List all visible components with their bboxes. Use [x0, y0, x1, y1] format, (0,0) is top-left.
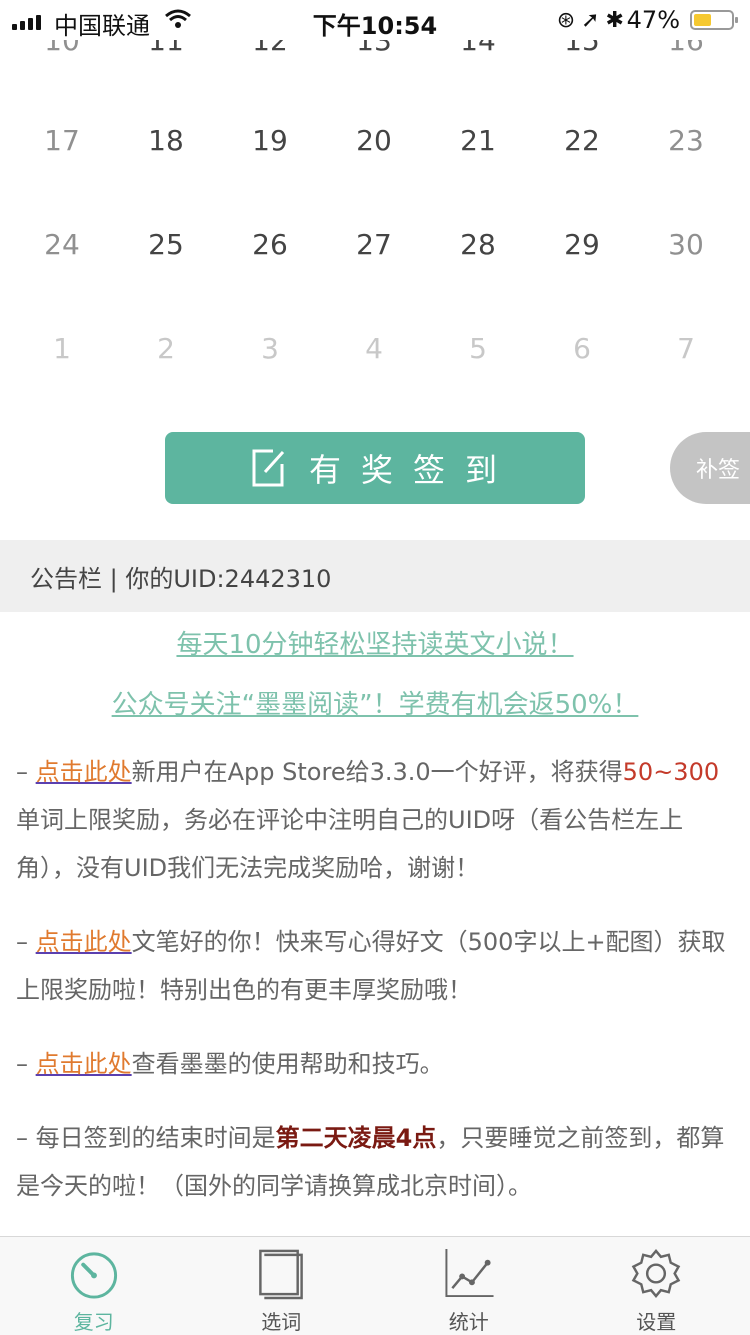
calendar-day[interactable]: 22	[530, 124, 634, 157]
tab-statistics[interactable]: 统计	[375, 1237, 563, 1335]
calendar-day[interactable]: 7	[634, 332, 738, 365]
paragraph-text: 单词上限奖励，务必在评论中注明自己的UID呀（看公告栏左上角），没有UID我们无…	[16, 806, 683, 882]
calendar-week-row: 1234567	[10, 332, 738, 365]
click-here-link-essay[interactable]: 点击此处	[36, 928, 132, 956]
notice-title: 公告栏 | 你的UID:2442310	[30, 559, 331, 594]
dash: –	[16, 758, 36, 786]
makeup-label: 补签	[696, 452, 740, 484]
calendar-day[interactable]: 30	[634, 228, 738, 261]
calendar-day[interactable]: 26	[218, 228, 322, 261]
chart-icon	[442, 1247, 496, 1300]
calendar-day[interactable]: 21	[426, 124, 530, 157]
calendar-day[interactable]: 4	[322, 332, 426, 365]
calendar-day[interactable]: 25	[114, 228, 218, 261]
tab-label: 设置	[636, 1306, 676, 1335]
calendar-day[interactable]: 18	[114, 124, 218, 157]
promo-link-2[interactable]: 公众号关注“墨墨阅读”！学费有机会返50%！	[0, 684, 750, 721]
calendar-day[interactable]: 23	[634, 124, 738, 157]
battery-icon	[690, 10, 734, 30]
battery-percent: 47%	[627, 6, 680, 34]
calendar-day[interactable]: 6	[530, 332, 634, 365]
paragraph-text: – 每日签到的结束时间是	[16, 1124, 276, 1152]
calendar-day[interactable]: 19	[218, 124, 322, 157]
tab-select-words[interactable]: 选词	[188, 1237, 376, 1335]
calendar-day[interactable]: 24	[10, 228, 114, 261]
notice-paragraph-help: – 点击此处查看墨墨的使用帮助和技巧。	[16, 1040, 736, 1088]
promo-link-1[interactable]: 每天10分钟轻松坚持读英文小说！	[0, 624, 750, 661]
tab-review[interactable]: 复习	[0, 1237, 188, 1335]
calendar-day[interactable]: 29	[530, 228, 634, 261]
reward-amount: 50~300	[623, 758, 719, 786]
calendar-day[interactable]: 20	[322, 124, 426, 157]
click-here-link-help[interactable]: 点击此处	[36, 1050, 132, 1078]
paragraph-text: 新用户在App Store给3.3.0一个好评，将获得	[132, 758, 623, 786]
dash: –	[16, 1050, 36, 1078]
notice-header: 公告栏 | 你的UID:2442310	[0, 540, 750, 612]
calendar-week-row: 17181920212223	[10, 124, 738, 157]
calendar-day[interactable]: 5	[426, 332, 530, 365]
calendar-day[interactable]: 2	[114, 332, 218, 365]
makeup-checkin-button[interactable]: 补签	[670, 432, 750, 504]
tab-label: 复习	[74, 1306, 114, 1335]
status-bar: 中国联通 下午10:54 ⊛➚✱ 47%	[0, 0, 750, 40]
book-icon	[254, 1247, 308, 1300]
system-status-icons: ⊛➚✱	[557, 8, 630, 33]
calendar-day[interactable]: 3	[218, 332, 322, 365]
calendar-week-row: 24252627282930	[10, 228, 738, 261]
timer-icon	[67, 1247, 121, 1300]
tab-label: 选词	[261, 1306, 301, 1335]
calendar-day[interactable]: 28	[426, 228, 530, 261]
notice-paragraph-essay: – 点击此处文笔好的你！快来写心得好文（500字以上+配图）获取上限奖励啦！特别…	[16, 918, 736, 1014]
deadline-highlight: 第二天凌晨4点	[276, 1124, 437, 1152]
edit-icon	[251, 448, 287, 488]
paragraph-text: 查看墨墨的使用帮助和技巧。	[132, 1050, 444, 1078]
checkin-button[interactable]: 有奖签到	[165, 432, 585, 504]
click-here-link-review[interactable]: 点击此处	[36, 758, 132, 786]
calendar-day[interactable]: 17	[10, 124, 114, 157]
calendar-day[interactable]: 1	[10, 332, 114, 365]
notice-paragraph-deadline: – 每日签到的结束时间是第二天凌晨4点，只要睡觉之前签到，都算是今天的啦！（国外…	[16, 1114, 736, 1210]
tab-settings[interactable]: 设置	[563, 1237, 750, 1335]
tab-label: 统计	[449, 1306, 489, 1335]
notice-paragraph-review: – 点击此处新用户在App Store给3.3.0一个好评，将获得50~300 单…	[16, 748, 736, 892]
dash: –	[16, 928, 36, 956]
calendar-day[interactable]: 27	[322, 228, 426, 261]
gear-icon	[629, 1247, 683, 1300]
checkin-label: 有奖签到	[309, 445, 517, 491]
tab-bar: 复习 选词 统计 设置	[0, 1236, 750, 1335]
